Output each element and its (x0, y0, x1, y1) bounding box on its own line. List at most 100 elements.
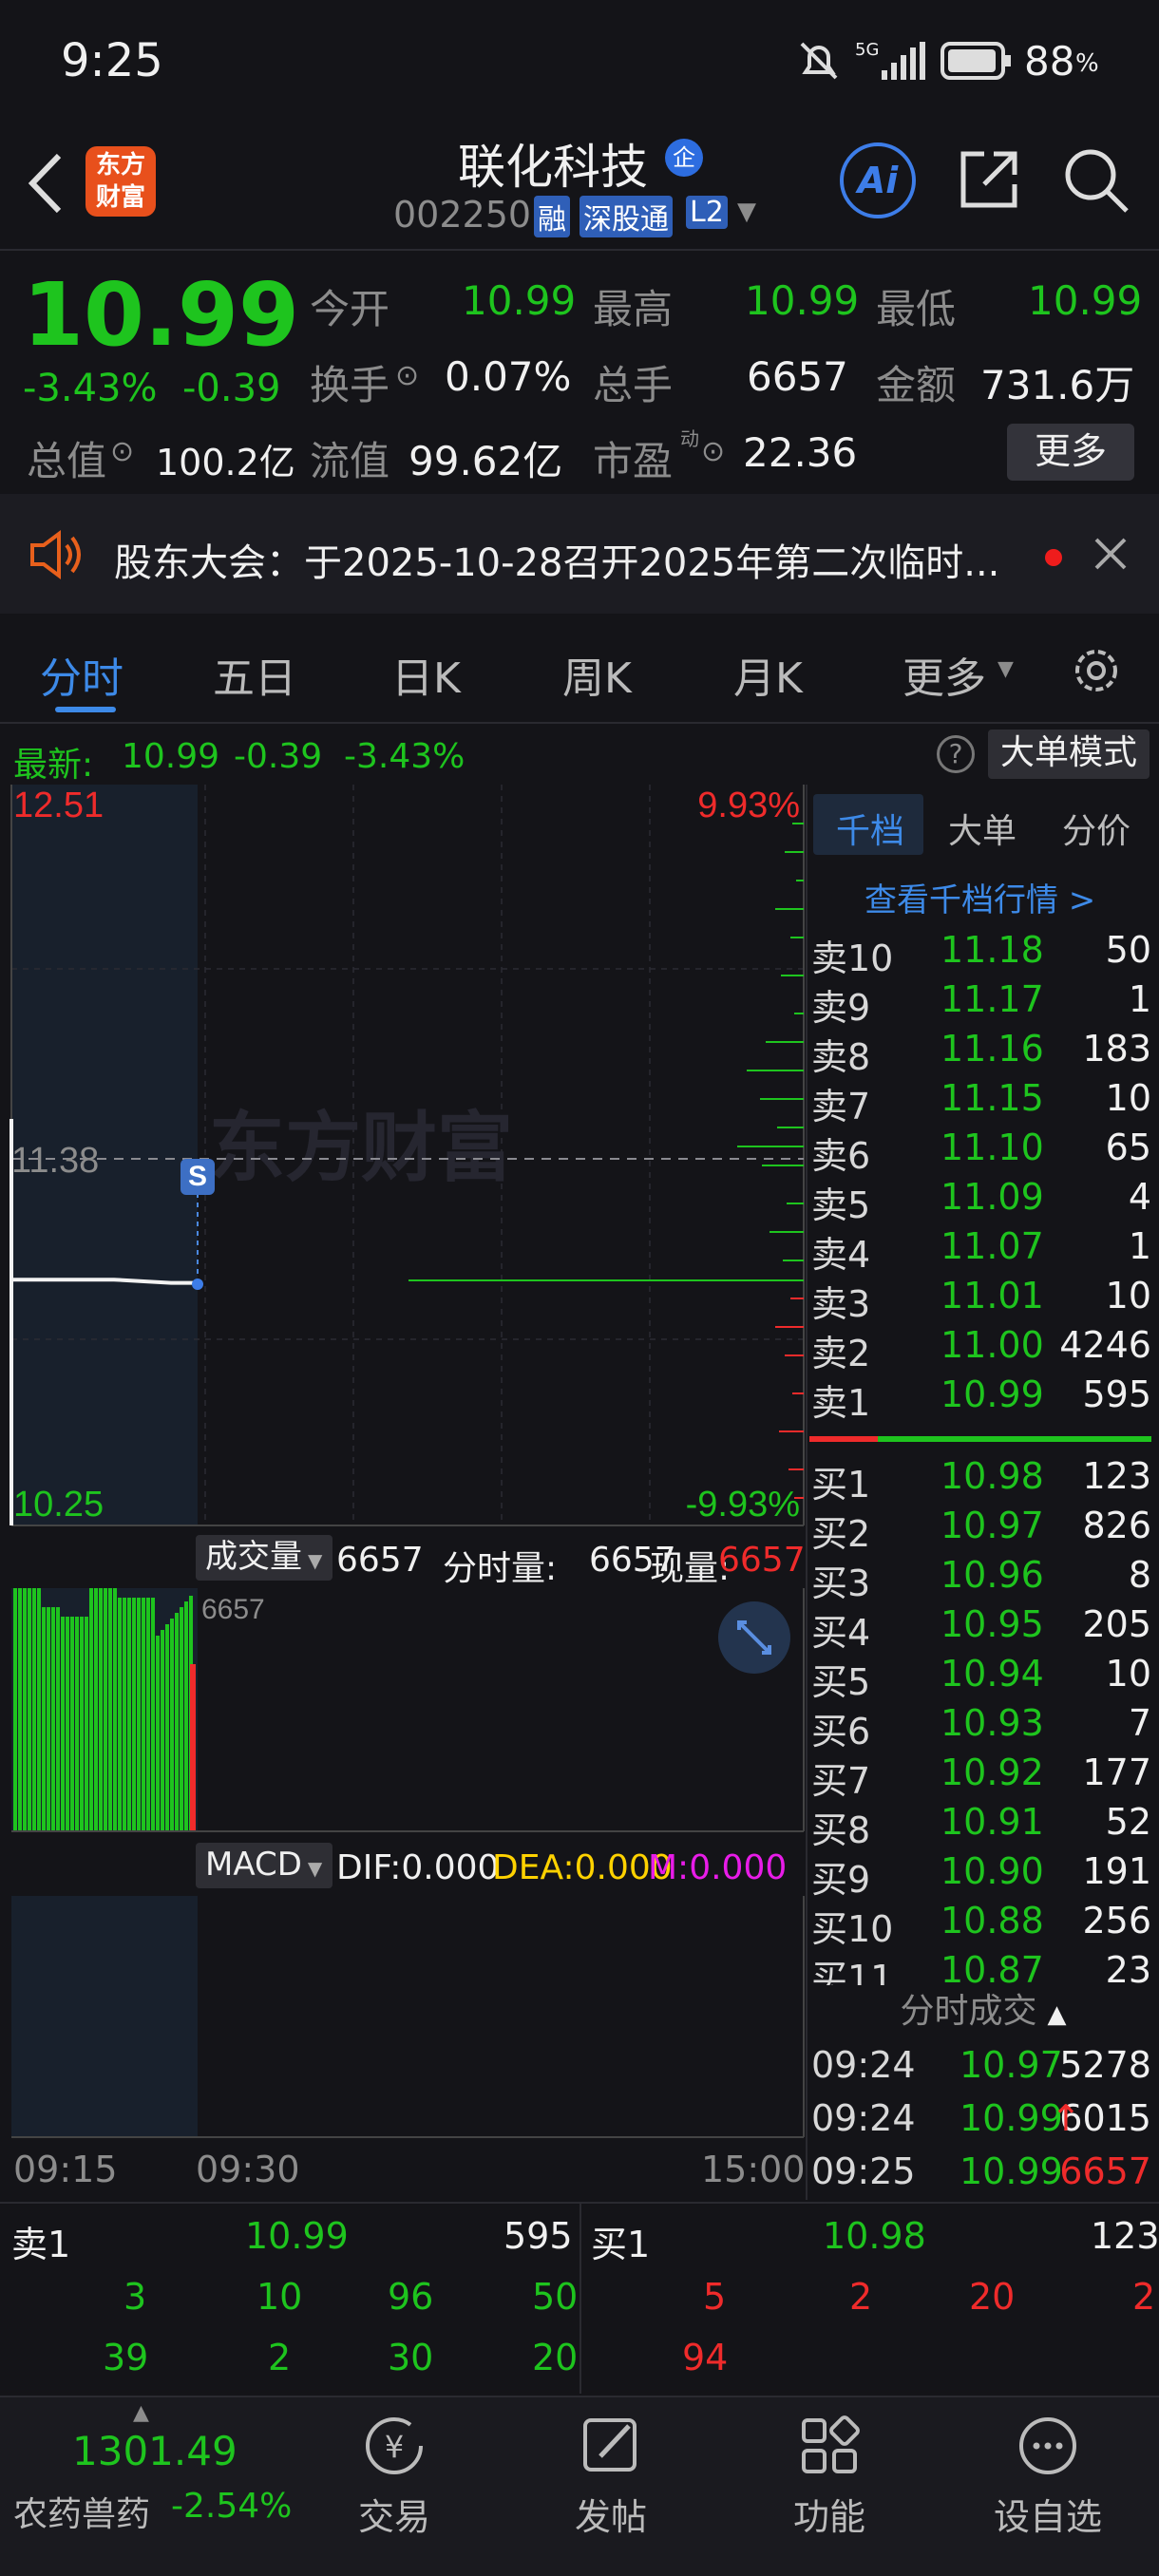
volume-bar (75, 1617, 79, 1831)
bid-price: 10.88 (940, 1900, 1044, 1941)
ask-row[interactable]: 卖5 11.09 4 (809, 1176, 1151, 1226)
chevron-down-icon[interactable]: ▼ (737, 198, 756, 226)
tab-monthly-k[interactable]: 月K (733, 644, 803, 705)
bid-price: 10.98 (940, 1455, 1044, 1497)
bid-qty: 826 (1082, 1505, 1151, 1546)
macd-selector[interactable]: MACD ▼ (196, 1843, 332, 1888)
tab-intraday[interactable]: 分时 (40, 644, 124, 705)
trade-price: 10.97 (960, 2044, 1063, 2086)
tab-big-order[interactable]: 大单 (948, 804, 1016, 853)
bid-row[interactable]: 买10 10.88 256 (809, 1900, 1151, 1950)
ask-row[interactable]: 卖6 11.10 65 (809, 1127, 1151, 1177)
bid-row[interactable]: 买5 10.94 10 (809, 1653, 1151, 1703)
status-bar: 9:25 5G 88 % (0, 0, 1159, 123)
chevron-down-icon: ▼ (308, 1549, 323, 1572)
battery-unit: % (1075, 49, 1099, 78)
back-icon[interactable] (23, 150, 68, 220)
nav-watchlist[interactable]: 设自选 (977, 2413, 1119, 2555)
ask-row[interactable]: 卖10 11.18 50 (809, 929, 1151, 979)
speaker-icon (27, 528, 84, 585)
search-icon[interactable] (1062, 146, 1130, 218)
volume-bar (85, 1617, 88, 1831)
more-button[interactable]: 更多 (1007, 424, 1134, 481)
info-icon[interactable]: ⊙ (395, 359, 419, 392)
tab-more[interactable]: 更多 (902, 644, 986, 705)
ask-row[interactable]: 卖8 11.16 183 (809, 1028, 1151, 1078)
bid-row[interactable]: 买3 10.96 8 (809, 1554, 1151, 1604)
y-mid-label: 11.38 (11, 1141, 99, 1181)
bid-row[interactable]: 买4 10.95 205 (809, 1603, 1151, 1654)
depth-bar (785, 851, 804, 853)
depth-bar (737, 1146, 804, 1147)
bid-level-label: 买4 (811, 1612, 871, 1654)
ask-price: 11.15 (940, 1077, 1044, 1119)
depth-bar (788, 1468, 804, 1470)
ask-row[interactable]: 卖9 11.17 1 (809, 978, 1151, 1029)
ask-level-label: 卖1 (811, 1382, 871, 1424)
bid-row[interactable]: 买7 10.92 177 (809, 1752, 1151, 1802)
tab-thousand[interactable]: 千档 (836, 804, 904, 853)
close-icon[interactable] (1092, 536, 1129, 576)
ask-price: 11.16 (940, 1028, 1044, 1070)
big-order-mode-button[interactable]: 大单模式 (988, 729, 1150, 779)
volume-bar (80, 1617, 84, 1831)
tab-price-dist[interactable]: 分价 (1062, 804, 1130, 853)
bid-level-label: 买8 (811, 1809, 871, 1851)
nav-trade-label: 交易 (357, 2496, 430, 2538)
volume-bar (108, 1588, 112, 1831)
pct-bottom-label: -9.93% (686, 1485, 800, 1525)
volume-total: 6657 (336, 1541, 424, 1580)
ask-row[interactable]: 卖1 10.99 595 (809, 1373, 1151, 1424)
buy-queue-cell: 2 (849, 2276, 873, 2318)
y-top-label: 12.51 (13, 786, 104, 825)
nav-trade[interactable]: ¥ 交易 (323, 2413, 466, 2555)
bid-qty: 8 (1128, 1554, 1151, 1596)
tab-weekly-k[interactable]: 周K (562, 644, 632, 705)
share-icon[interactable] (956, 146, 1022, 217)
nav-functions[interactable]: 功能 (758, 2413, 901, 2555)
ask-row[interactable]: 卖4 11.07 1 (809, 1225, 1151, 1276)
bid-row[interactable]: 买8 10.91 52 (809, 1801, 1151, 1851)
latest-change: -0.39 (234, 737, 323, 776)
depth-bar (790, 1297, 804, 1299)
depth-bar (785, 1354, 804, 1356)
bid-row[interactable]: 买1 10.98 123 (809, 1455, 1151, 1506)
bid-row[interactable]: 买2 10.97 826 (809, 1505, 1151, 1555)
volume-bar (18, 1588, 22, 1831)
index-ticker[interactable]: ▲ 1301.49 农药兽药 -2.54% (0, 2397, 294, 2540)
unread-dot (1045, 549, 1062, 566)
bid-qty: 256 (1082, 1900, 1151, 1941)
volume-chart: 6657 (11, 1588, 805, 1832)
trade-qty: 5278 (1059, 2044, 1151, 2086)
info-icon[interactable]: ⊙ (701, 435, 725, 468)
ask-row[interactable]: 卖3 11.01 10 (809, 1275, 1151, 1325)
ask-row[interactable]: 卖7 11.15 10 (809, 1077, 1151, 1127)
latest-label: 最新: (13, 746, 94, 785)
volume-bar (142, 1598, 145, 1831)
volume-bar (118, 1598, 122, 1831)
nav-post[interactable]: 发帖 (540, 2413, 682, 2555)
volume-bar (94, 1588, 98, 1831)
tab-daily-k[interactable]: 日K (391, 644, 461, 705)
marker-text: S (188, 1161, 207, 1192)
gear-icon[interactable] (1068, 642, 1125, 703)
bid-row[interactable]: 买6 10.93 7 (809, 1702, 1151, 1752)
volume-selector[interactable]: 成交量 ▼ (196, 1535, 332, 1581)
x-label-end: 15:00 (701, 2149, 806, 2190)
trades-header[interactable]: 分时成交 ▲ (808, 1985, 1159, 2038)
notice-bar[interactable]: 股东大会：于2025-10-28召开2025年第二次临时... (0, 494, 1159, 614)
ai-button[interactable]: Ai (840, 142, 916, 218)
ask-row[interactable]: 卖2 11.00 4246 (809, 1324, 1151, 1374)
info-icon[interactable]: ⊙ (110, 435, 134, 468)
view-depth-link[interactable]: 查看千档行情 > (864, 874, 1095, 920)
edit-icon (583, 2418, 636, 2472)
yen-circle-icon: ¥ (366, 2417, 423, 2474)
ask-qty: 10 (1105, 1077, 1151, 1119)
volume-bar (113, 1588, 117, 1831)
bid-level-label: 买3 (811, 1563, 871, 1604)
tab-five-day[interactable]: 五日 (213, 644, 296, 705)
volume-bar (42, 1607, 46, 1831)
help-icon[interactable]: ? (937, 735, 975, 773)
bid-row[interactable]: 买9 10.90 191 (809, 1850, 1151, 1901)
volume-bar (137, 1598, 141, 1831)
